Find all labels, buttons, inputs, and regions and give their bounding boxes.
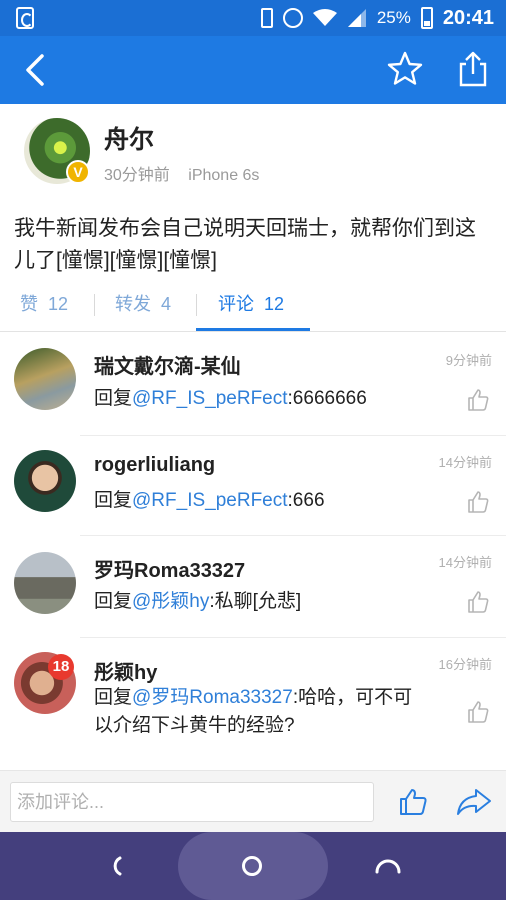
comment-item: 瑞文戴尔滴-某仙 9分钟前 回复@RF_IS_peRFect:6666666 (0, 340, 506, 436)
reply-prefix: 回复 (94, 591, 133, 612)
active-tab-indicator (196, 328, 310, 331)
comment-input[interactable] (10, 782, 374, 822)
comment-item: 18 彤颖hy 16分钟前 回复@罗玛Roma33327:哈哈，可不可以介绍下斗… (0, 638, 506, 756)
interaction-tabs: 赞 12 转发 4 评论 12 (0, 286, 506, 332)
top-app-bar (0, 36, 506, 104)
comment-time: 9分钟前 (445, 353, 492, 368)
comment-text: 回复@罗玛Roma33327:哈哈，可不可以介绍下斗黄牛的经验? (94, 684, 428, 740)
nav-recents-icon[interactable] (374, 854, 402, 878)
comment-input-bar (0, 770, 506, 832)
tab-comments-count: 12 (264, 294, 285, 314)
tab-reposts[interactable]: 转发 4 (115, 290, 171, 328)
tab-divider (94, 294, 95, 316)
post-content: 我牛新闻发布会自己说明天回瑞士，就帮你们到这儿了[憧憬][憧憬][憧憬] (14, 217, 476, 272)
mention-link[interactable]: @RF_IS_peRFect (132, 490, 288, 511)
app-notification-icon (16, 7, 34, 29)
mention-link[interactable]: @罗玛Roma33327 (132, 687, 293, 708)
commenter-avatar[interactable] (14, 552, 76, 614)
share-icon[interactable] (454, 50, 492, 88)
clock: 20:41 (442, 6, 494, 29)
mention-link[interactable]: @RF_IS_peRFect (132, 388, 288, 409)
author-name[interactable]: 舟尔 (104, 120, 154, 156)
comment-time: 14分钟前 (438, 555, 492, 570)
reply-prefix: 回复 (94, 687, 133, 708)
like-icon[interactable] (398, 787, 428, 817)
vibrate-icon (260, 8, 273, 28)
comment-time: 16分钟前 (438, 657, 492, 672)
verified-badge: V (66, 160, 90, 184)
comment-time: 14分钟前 (438, 455, 492, 470)
signal-icon (347, 9, 366, 27)
tab-divider (196, 294, 197, 316)
thumbs-up-icon[interactable] (466, 590, 490, 614)
post-time: 30分钟前 (104, 167, 170, 184)
wifi-icon (312, 9, 337, 26)
tab-likes[interactable]: 赞 12 (20, 290, 68, 328)
commenter-name[interactable]: rogerliuliang (94, 454, 215, 477)
system-nav-bar (0, 832, 506, 900)
commenter-avatar[interactable] (14, 348, 76, 410)
level-badge: 18 (48, 654, 74, 680)
comment-body: :6666666 (287, 388, 367, 409)
comment-body: :私聊[允悲] (209, 591, 302, 612)
status-bar: 25% 20:41 (0, 0, 506, 36)
post-meta: 30分钟前 iPhone 6s (104, 161, 273, 185)
nav-home-icon[interactable] (240, 854, 264, 878)
battery-percent: 25% (376, 8, 411, 27)
post-device: iPhone 6s (188, 167, 260, 184)
comment-text: 回复@彤颖hy:私聊[允悲] (94, 588, 434, 616)
battery-icon (420, 7, 433, 29)
comment-item: 罗玛Roma33327 14分钟前 回复@彤颖hy:私聊[允悲] (0, 536, 506, 638)
thumbs-up-icon[interactable] (466, 490, 490, 514)
tab-likes-count: 12 (48, 294, 69, 314)
mention-link[interactable]: @彤颖hy (132, 591, 209, 612)
alarm-icon (282, 8, 303, 28)
commenter-name[interactable]: 罗玛Roma33327 (94, 554, 245, 583)
commenter-name[interactable]: 彤颖hy (94, 656, 157, 685)
comment-item: rogerliuliang 14分钟前 回复@RF_IS_peRFect:666 (0, 436, 506, 536)
commenter-avatar[interactable] (14, 450, 76, 512)
forward-icon[interactable] (456, 787, 492, 817)
thumbs-up-icon[interactable] (466, 700, 490, 724)
reply-prefix: 回复 (94, 490, 133, 511)
tab-reposts-count: 4 (161, 294, 172, 314)
commenter-name[interactable]: 瑞文戴尔滴-某仙 (94, 350, 241, 379)
tab-comments-label: 评论 (218, 294, 254, 314)
comment-text: 回复@RF_IS_peRFect:6666666 (94, 385, 434, 413)
tab-likes-label: 赞 (20, 294, 38, 314)
nav-back-icon[interactable] (104, 854, 128, 878)
reply-prefix: 回复 (94, 388, 133, 409)
tab-reposts-label: 转发 (115, 294, 151, 314)
tab-comments[interactable]: 评论 12 (218, 290, 284, 328)
star-icon[interactable] (386, 50, 424, 88)
back-icon[interactable] (20, 52, 56, 88)
comment-body: :666 (287, 490, 325, 511)
thumbs-up-icon[interactable] (466, 388, 490, 412)
comment-text: 回复@RF_IS_peRFect:666 (94, 487, 434, 515)
